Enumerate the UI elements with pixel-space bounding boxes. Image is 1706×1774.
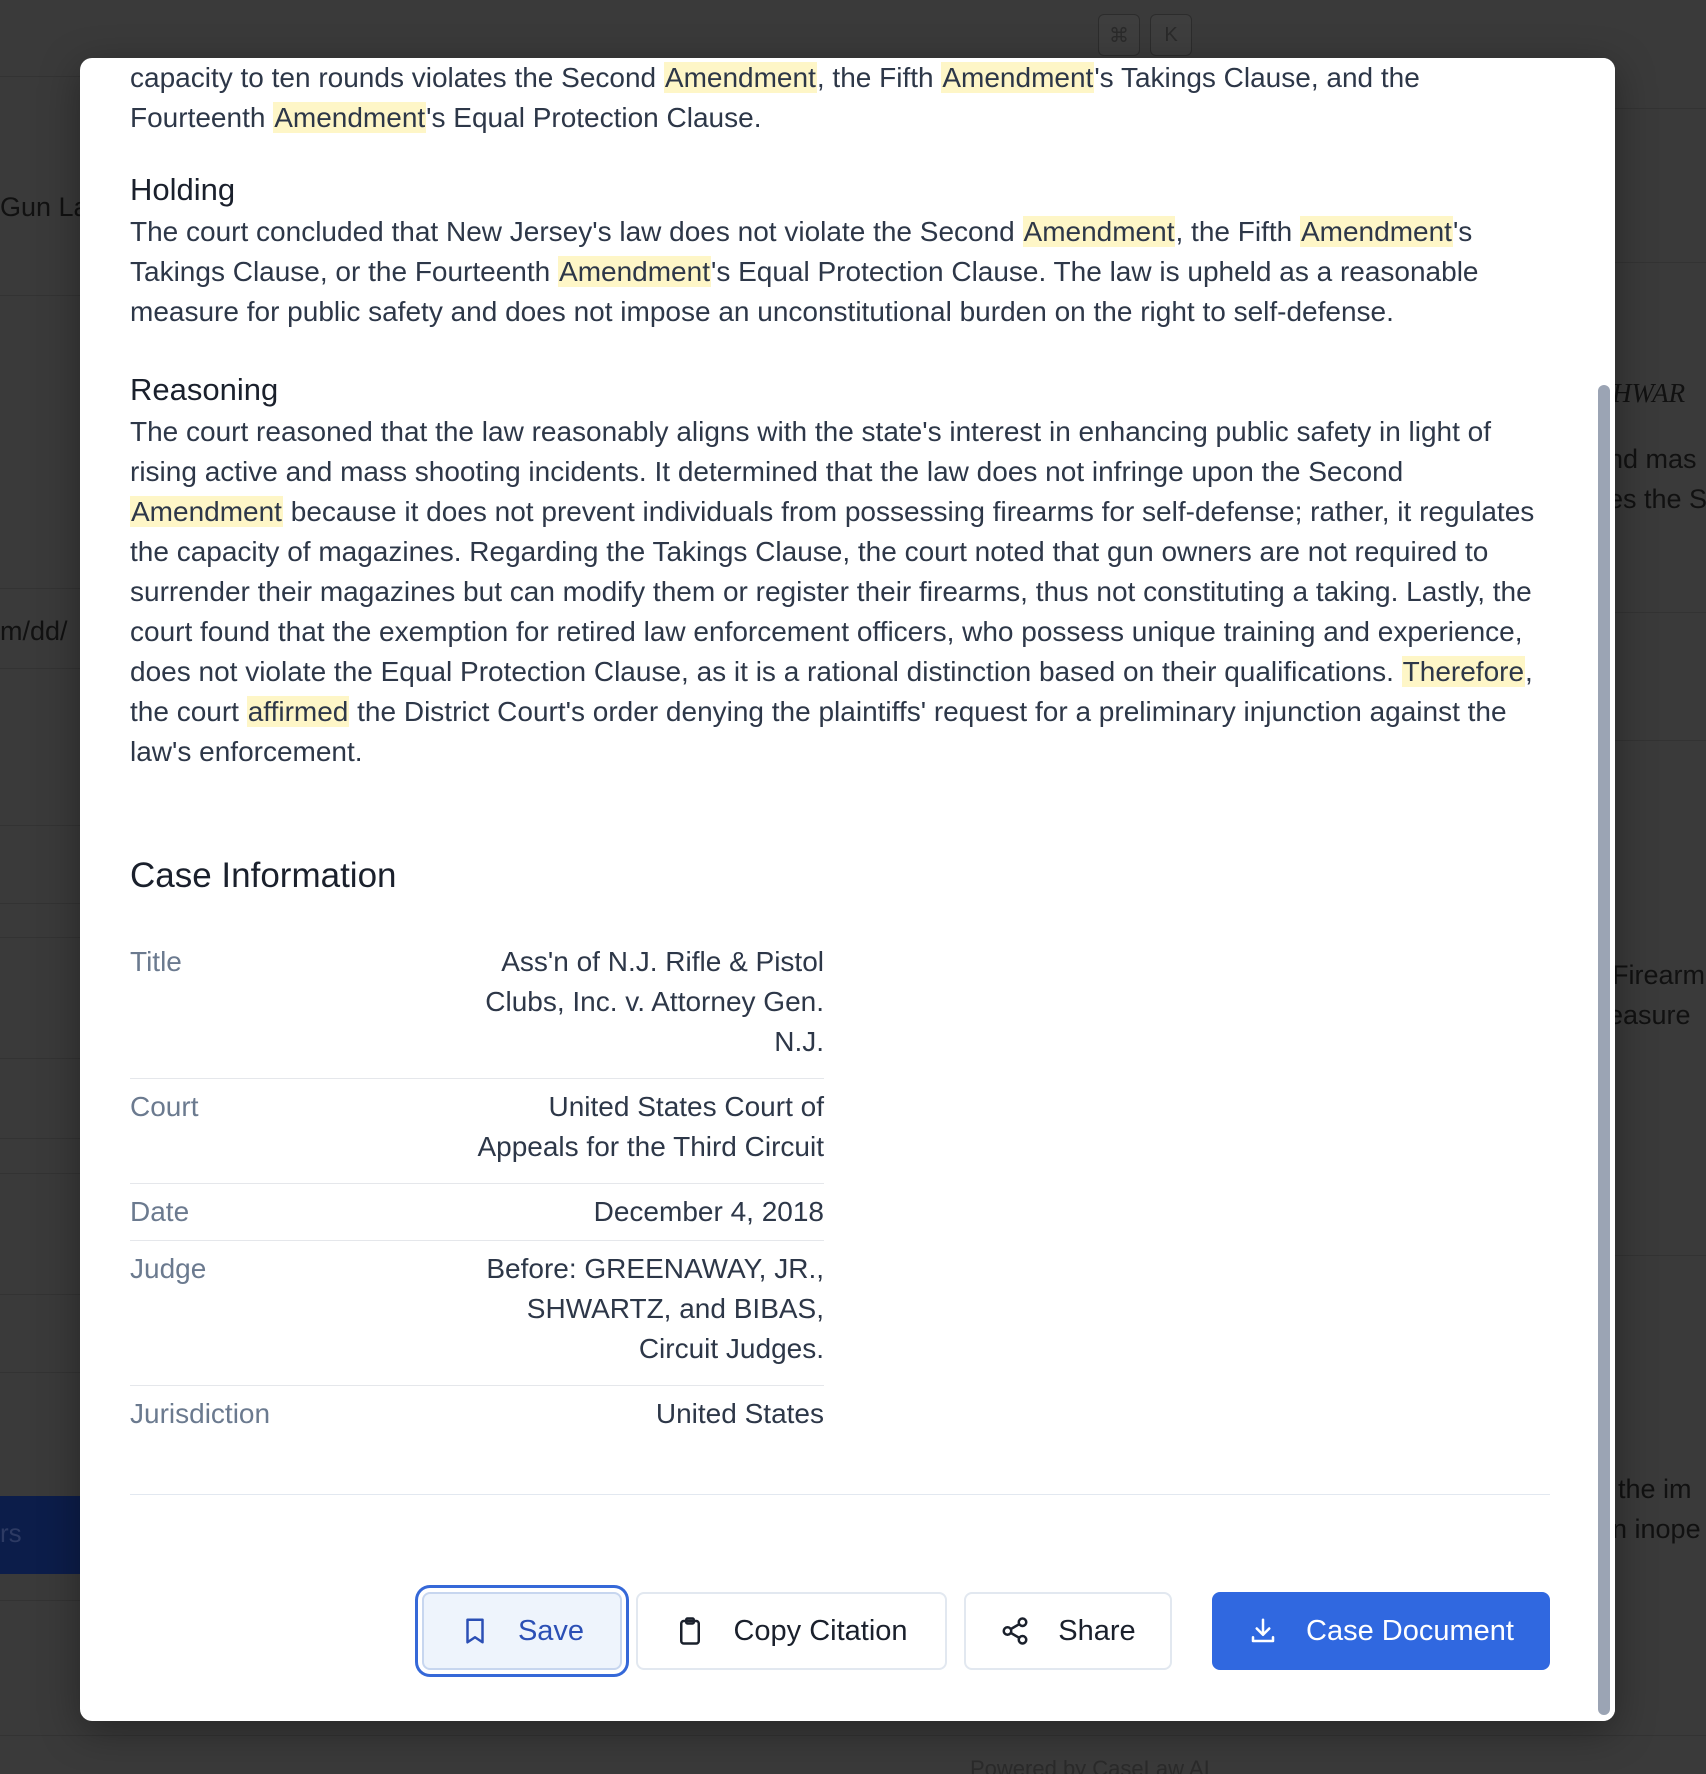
holding-heading: Holding (130, 172, 236, 207)
bg-fragment: n inope (1612, 1514, 1701, 1544)
bg-fragment: es the S (1608, 484, 1706, 514)
copy-citation-button[interactable]: Copy Citation (636, 1592, 947, 1670)
case-summary-modal: capacity to ten rounds violates the Seco… (80, 58, 1615, 1721)
bookmark-icon (466, 1618, 484, 1644)
kbd-k-key: K (1150, 14, 1192, 56)
info-value: Before: GREENAWAY, JR., SHWARTZ, and BIB… (486, 1253, 824, 1364)
info-label: Jurisdiction (130, 1398, 271, 1429)
share-label: Share (1058, 1614, 1136, 1647)
info-row-jurisdiction: Jurisdiction United States (130, 1386, 824, 1451)
holding-paragraph: The court concluded that New Jersey's la… (130, 216, 1479, 327)
bg-fragment: Firearm (1612, 960, 1705, 990)
bg-fragment: m/dd/ (0, 616, 68, 646)
bg-footer: Powered by CaseLaw AI (970, 1756, 1210, 1774)
scrollbar-thumb[interactable] (1598, 385, 1610, 1715)
copy-citation-label: Copy Citation (733, 1614, 908, 1647)
kbd-cmd-key: ⌘ (1098, 14, 1140, 56)
bg-fragment: HWAR (1612, 378, 1686, 408)
footer-divider (130, 1494, 1550, 1495)
case-information-heading: Case Information (130, 856, 397, 895)
info-label: Date (130, 1196, 190, 1227)
info-label: Title (130, 946, 182, 977)
case-document-label: Case Document (1306, 1614, 1514, 1647)
info-row-date: Date December 4, 2018 (130, 1184, 824, 1241)
info-row-judge: Judge Before: GREENAWAY, JR., SHWARTZ, a… (130, 1241, 824, 1386)
case-document-button[interactable]: Case Document (1212, 1592, 1550, 1670)
reasoning-heading: Reasoning (130, 372, 279, 407)
download-icon (1251, 1618, 1275, 1643)
intro-paragraph: capacity to ten rounds violates the Seco… (130, 62, 1420, 133)
info-row-title: Title Ass'n of N.J. Rifle & Pistol Clubs… (130, 934, 824, 1079)
info-label: Judge (130, 1253, 207, 1284)
info-label: Court (130, 1091, 199, 1122)
bg-fragment: easure (1608, 1000, 1691, 1030)
info-value: United States (655, 1398, 824, 1429)
bg-fragment: Gun La (0, 192, 89, 222)
bg-fragment: the im (1618, 1474, 1692, 1504)
info-value: United States Court of Appeals for the T… (477, 1091, 824, 1162)
info-value: December 4, 2018 (593, 1196, 824, 1227)
info-value: Ass'n of N.J. Rifle & Pistol Clubs, Inc.… (485, 946, 824, 1057)
clipboard-icon (680, 1617, 701, 1645)
bg-fragment: nd mas (1608, 444, 1697, 474)
info-row-court: Court United States Court of Appeals for… (130, 1079, 824, 1184)
case-information-table: Title Ass'n of N.J. Rifle & Pistol Clubs… (130, 934, 824, 1450)
reasoning-paragraph: The court reasoned that the law reasonab… (130, 416, 1535, 767)
bg-button: rs (0, 1496, 80, 1574)
save-label: Save (517, 1614, 585, 1647)
share-icon (1002, 1617, 1028, 1645)
share-button[interactable]: Share (964, 1592, 1172, 1670)
save-button[interactable]: Save (422, 1592, 622, 1670)
scrollbar-track[interactable] (1593, 58, 1615, 1721)
